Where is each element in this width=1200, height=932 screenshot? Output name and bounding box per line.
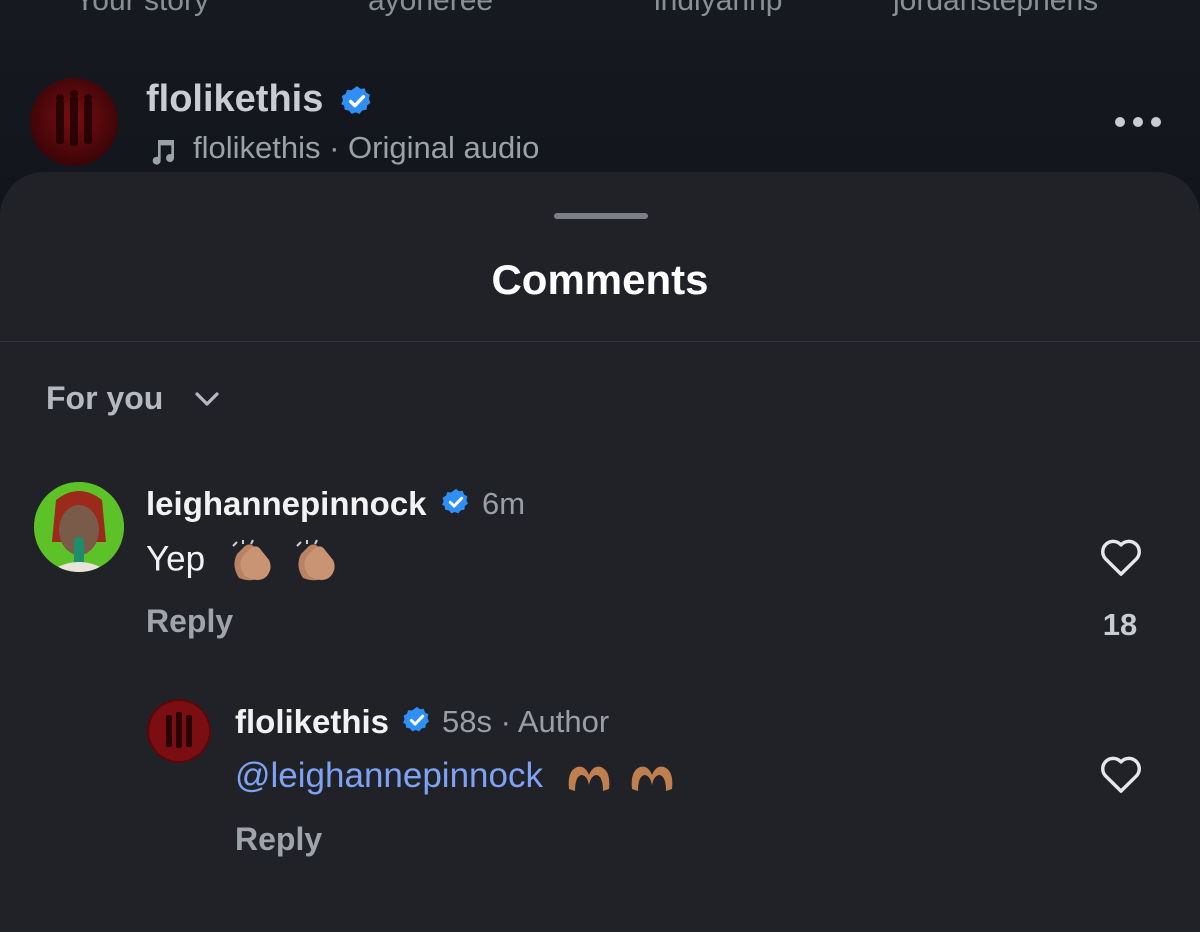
- comments-sheet: Comments For you leighannepinnock 6m Yep: [0, 172, 1200, 932]
- audio-label[interactable]: flolikethis · Original audio: [193, 130, 539, 166]
- more-options-icon[interactable]: [1114, 116, 1162, 128]
- like-count: 18: [1102, 607, 1138, 642]
- sort-label: For you: [46, 380, 164, 416]
- verified-badge-icon: [341, 86, 371, 114]
- reply-button[interactable]: Reply: [235, 821, 322, 858]
- story-label-indiyahnp[interactable]: indiyahnp: [654, 0, 782, 18]
- like-heart-icon[interactable]: [1098, 535, 1144, 577]
- divider: [0, 341, 1200, 342]
- reply-button[interactable]: Reply: [146, 603, 233, 640]
- heart-hands-emoji-icon: [632, 766, 673, 791]
- clapping-hands-emoji-icon: [295, 539, 335, 581]
- comment-timestamp: 6m: [482, 486, 526, 521]
- sheet-title: Comments: [491, 256, 709, 303]
- post-author-avatar[interactable]: [30, 78, 118, 166]
- post-username[interactable]: flolikethis: [146, 78, 323, 121]
- story-label-ayoneree[interactable]: ayoneree: [368, 0, 493, 18]
- reply-meta: 58s · Author: [442, 704, 610, 739]
- reply-text-row: @leighannepinnock: [235, 756, 676, 796]
- commenter-avatar[interactable]: [34, 482, 124, 572]
- like-heart-icon[interactable]: [1098, 752, 1144, 794]
- comment-username[interactable]: leighannepinnock: [146, 485, 427, 523]
- sort-dropdown[interactable]: For you: [46, 380, 219, 420]
- reply-username[interactable]: flolikethis: [235, 703, 389, 741]
- reply-author-avatar[interactable]: [147, 699, 211, 763]
- comment-text-row: Yep: [146, 538, 341, 584]
- verified-badge-icon: [442, 488, 468, 514]
- story-label-your-story[interactable]: Your story: [75, 0, 209, 18]
- mention-link[interactable]: @leighannepinnock: [235, 756, 543, 795]
- comment-text: Yep: [146, 539, 206, 579]
- post-header: flolikethis flolikethis · Original audio: [0, 72, 1200, 172]
- sheet-drag-handle[interactable]: [554, 213, 648, 219]
- chevron-down-icon: [195, 392, 219, 406]
- stories-row: Your story ayoneree indiyahnp jordanstep…: [0, 0, 1200, 24]
- story-label-jordanstephens[interactable]: jordanstephens: [893, 0, 1098, 18]
- heart-hands-emoji-icon: [568, 766, 610, 791]
- music-note-icon: [152, 140, 175, 165]
- clapping-hands-emoji-icon: [232, 539, 271, 581]
- verified-badge-icon: [403, 706, 429, 732]
